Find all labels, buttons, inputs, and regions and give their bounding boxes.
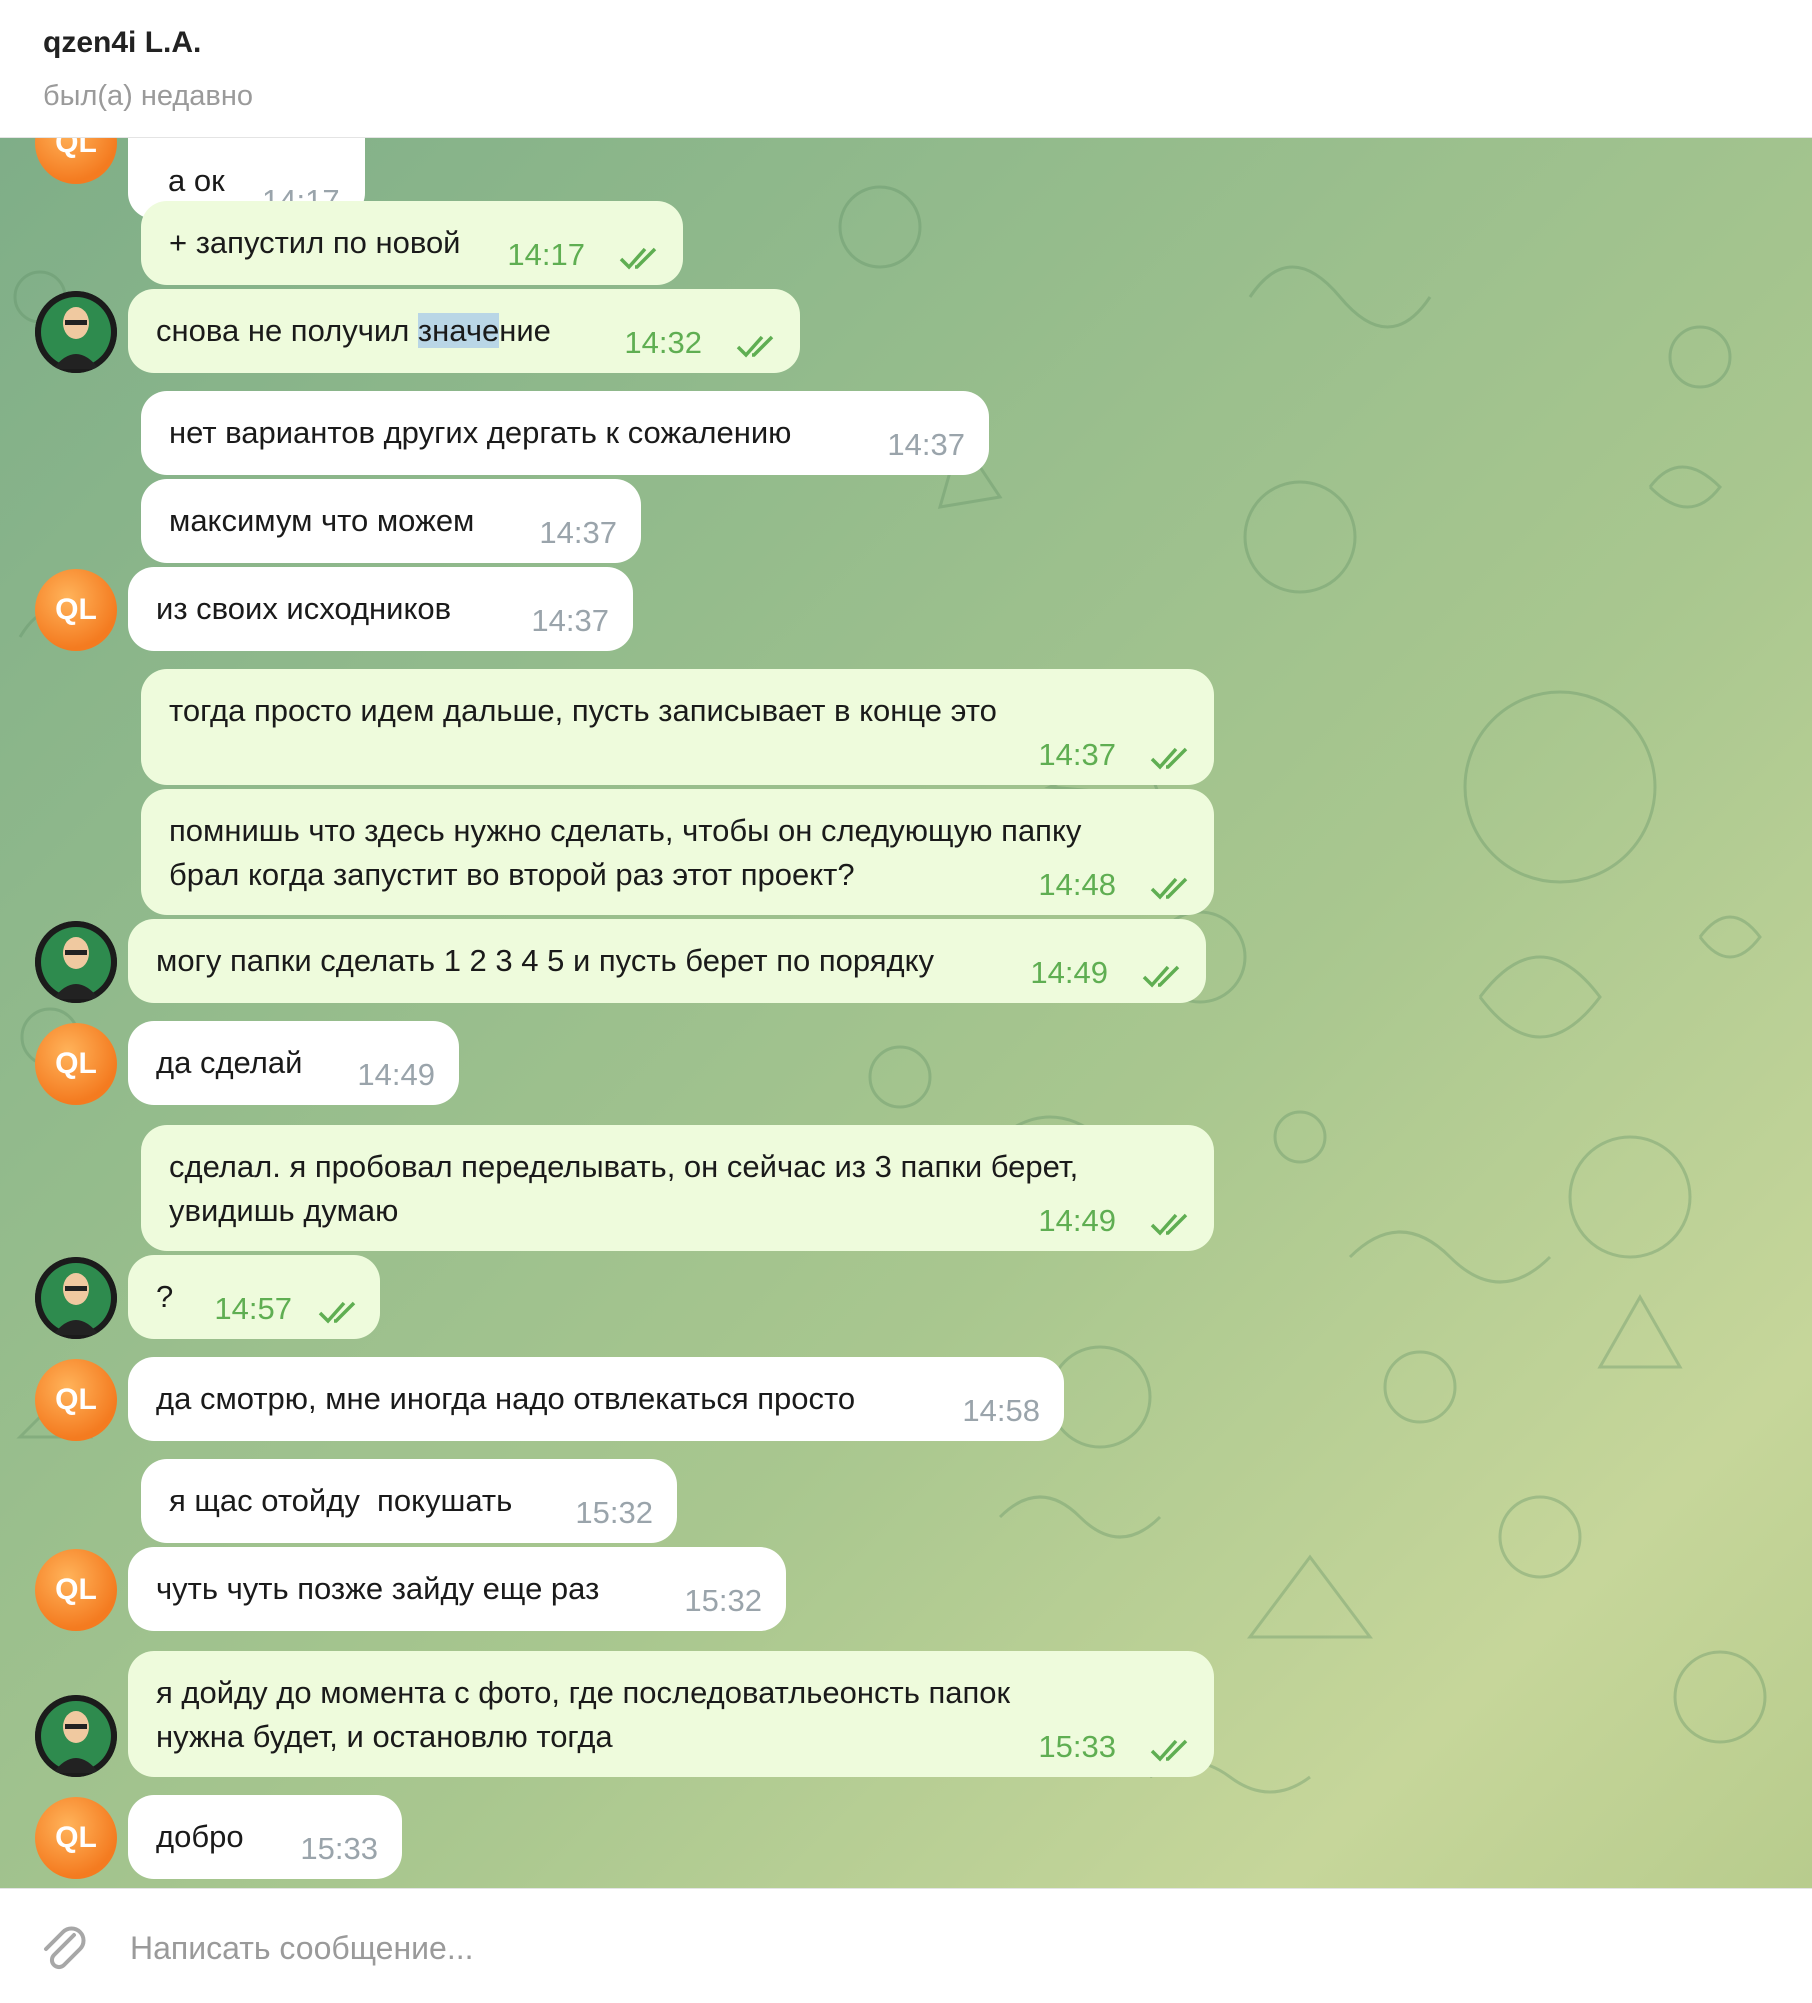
message-time: 15:33	[1038, 1729, 1116, 1764]
user-avatar-icon	[35, 1257, 117, 1339]
message-time: 15:32	[684, 1583, 762, 1618]
avatar[interactable]	[35, 921, 117, 1003]
message-time: 14:48	[1038, 867, 1116, 902]
composer-bar	[0, 1888, 1812, 2003]
message-bubble[interactable]: снова не получил значение 14:32	[128, 289, 800, 373]
chat-header[interactable]: qzen4i L.A. был(а) недавно	[0, 0, 1812, 138]
message-time: 14:37	[887, 427, 965, 462]
paperclip-icon[interactable]	[36, 1919, 90, 1973]
double-check-icon	[1150, 877, 1188, 900]
avatar[interactable]: QL	[35, 1549, 117, 1631]
message-text: могу папки сделать 1 2 3 4 5 и пусть бер…	[156, 943, 935, 978]
message-text: снова не получил	[156, 313, 418, 348]
message-bubble[interactable]: ? 14:57	[128, 1255, 380, 1339]
double-check-icon	[1150, 1739, 1188, 1762]
double-check-icon	[736, 335, 774, 358]
user-avatar-icon	[35, 291, 117, 373]
user-avatar-icon	[35, 921, 117, 1003]
message-time: 14:49	[357, 1057, 435, 1092]
message-bubble[interactable]: нет вариантов других дергать к сожалению…	[141, 391, 989, 475]
message-time: 14:58	[962, 1393, 1040, 1428]
message-time: 14:37	[1038, 737, 1116, 772]
message-text: из своих исходников	[156, 591, 452, 626]
message-bubble[interactable]: могу папки сделать 1 2 3 4 5 и пусть бер…	[128, 919, 1206, 1003]
message-time: 15:33	[300, 1831, 378, 1866]
message-text: да смотрю, мне иногда надо отвлекаться п…	[156, 1381, 856, 1416]
message-bubble[interactable]: тогда просто идем дальше, пусть записыва…	[141, 669, 1214, 785]
avatar[interactable]: QL	[35, 1797, 117, 1879]
message-text: максимум что можем	[169, 503, 475, 538]
message-bubble[interactable]: да сделай 14:49	[128, 1021, 459, 1105]
message-time: 14:49	[1038, 1203, 1116, 1238]
avatar[interactable]: QL	[35, 1023, 117, 1105]
message-text: я щас отойду покушать	[169, 1483, 513, 1518]
avatar[interactable]: QL	[35, 569, 117, 651]
double-check-icon	[1150, 1213, 1188, 1236]
message-time: 14:37	[531, 603, 609, 638]
double-check-icon	[318, 1301, 356, 1324]
message-text: + запустил по новой	[169, 225, 461, 260]
message-text: чуть чуть позже зайду еще раз	[156, 1571, 600, 1606]
message-bubble[interactable]: из своих исходников 14:37	[128, 567, 633, 651]
double-check-icon	[619, 247, 657, 270]
message-text: ние	[499, 313, 551, 348]
message-time: 14:32	[624, 325, 702, 360]
message-text: я дойду до момента с фото, где последова…	[156, 1675, 1011, 1754]
user-avatar-icon	[35, 1695, 117, 1777]
avatar[interactable]: QL	[35, 1359, 117, 1441]
message-time: 14:17	[507, 237, 585, 272]
message-bubble[interactable]: максимум что можем 14:37	[141, 479, 641, 563]
message-bubble[interactable]: я щас отойду покушать 15:32	[141, 1459, 677, 1543]
avatar[interactable]	[35, 1257, 117, 1339]
message-time: 14:37	[539, 515, 617, 550]
message-bubble[interactable]: сделал. я пробовал переделывать, он сейч…	[141, 1125, 1214, 1251]
double-check-icon	[1150, 747, 1188, 770]
avatar[interactable]	[35, 291, 117, 373]
message-bubble[interactable]: помнишь что здесь нужно сделать, чтобы о…	[141, 789, 1214, 915]
chat-title[interactable]: qzen4i L.A.	[43, 26, 201, 60]
message-bubble[interactable]: чуть чуть позже зайду еще раз 15:32	[128, 1547, 786, 1631]
message-text: сделал. я пробовал переделывать, он сейч…	[169, 1149, 1079, 1228]
selected-text[interactable]: значе	[417, 313, 500, 348]
chat-status: был(а) недавно	[43, 80, 253, 112]
message-text: да сделай	[156, 1045, 303, 1080]
message-bubble[interactable]: добро 15:33	[128, 1795, 402, 1879]
message-time: 14:57	[214, 1291, 292, 1326]
message-text: а ок	[168, 163, 225, 198]
avatar[interactable]	[35, 1695, 117, 1777]
message-input[interactable]	[128, 1919, 1752, 1977]
message-time: 14:49	[1030, 955, 1108, 990]
message-text: ?	[156, 1279, 174, 1314]
message-text: тогда просто идем дальше, пусть записыва…	[169, 693, 997, 728]
message-bubble[interactable]: да смотрю, мне иногда надо отвлекаться п…	[128, 1357, 1064, 1441]
message-time: 15:32	[575, 1495, 653, 1530]
message-bubble[interactable]: + запустил по новой 14:17	[141, 201, 683, 285]
message-text: помнишь что здесь нужно сделать, чтобы о…	[169, 813, 1082, 892]
message-list[interactable]: QL а ок 14:17 + запустил по новой 14:17 …	[0, 137, 1812, 1888]
double-check-icon	[1142, 965, 1180, 988]
message-text: нет вариантов других дергать к сожалению	[169, 415, 792, 450]
message-text: добро	[156, 1819, 244, 1854]
message-bubble[interactable]: я дойду до момента с фото, где последова…	[128, 1651, 1214, 1777]
